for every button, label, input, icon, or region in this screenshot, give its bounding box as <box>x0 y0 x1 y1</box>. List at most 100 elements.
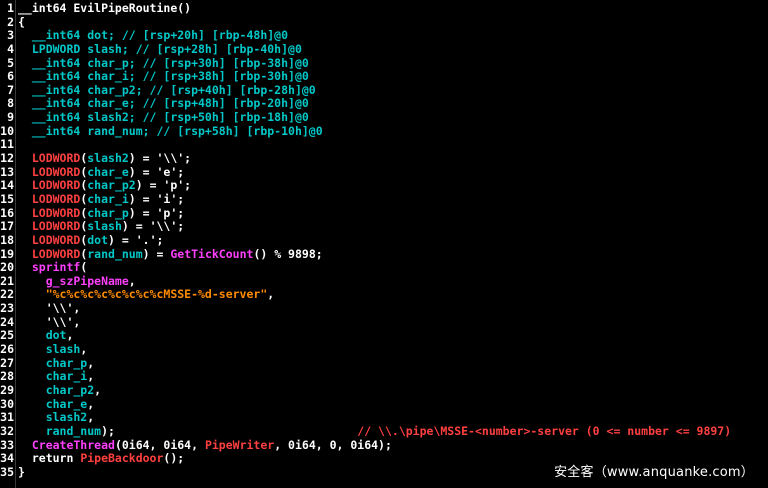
code-token: LODWORD <box>18 205 81 220</box>
code-text[interactable]: __int64 char_p; // [rsp+30h] [rbp-38h]@0 <box>18 55 309 71</box>
code-token: __int64 rand_num; // [rsp+58h] [rbp-10h]… <box>18 123 323 138</box>
line-number: 27 <box>0 355 14 370</box>
line-number: 25 <box>0 328 14 343</box>
code-text[interactable]: LODWORD(char_p2) = 'p'; <box>18 179 191 193</box>
line-number: 10 <box>0 123 14 138</box>
code-text[interactable]: char_i, <box>18 369 95 384</box>
code-text[interactable]: LODWORD(dot) = '.'; <box>18 232 164 248</box>
code-text[interactable]: LODWORD(slash) = '\\'; <box>18 219 184 234</box>
code-token: ) = 'p'; <box>128 205 185 220</box>
code-token: ) = 'e'; <box>128 164 185 179</box>
code-text[interactable]: __int64 char_e; // [rsp+48h] [rbp-20h]@0 <box>18 97 309 111</box>
code-text[interactable]: __int64 slash2; // [rsp+50h] [rbp-18h]@0 <box>18 110 309 125</box>
code-token: LODWORD <box>18 246 81 261</box>
code-token: ) = <box>142 246 171 261</box>
code-token: g_szPipeName <box>18 273 129 288</box>
code-text[interactable]: slash2, <box>18 410 95 425</box>
line-number: 12 <box>0 151 14 166</box>
code-text[interactable]: char_e, <box>18 396 95 412</box>
code-token: '\\', <box>18 301 81 316</box>
line-number: 31 <box>0 410 14 425</box>
code-token: PipeBackdoor <box>80 451 164 466</box>
code-text[interactable]: __int64 dot; // [rsp+20h] [rbp-48h]@0 <box>18 28 289 43</box>
code-text[interactable]: g_szPipeName, <box>18 273 136 289</box>
code-token: ) = 'i'; <box>128 191 185 206</box>
code-token: , <box>87 410 95 425</box>
code-text[interactable]: slash, <box>18 342 88 357</box>
code-token: __int64 char_p2; // [rsp+40h] [rbp-28h]@… <box>18 82 316 97</box>
code-token: } <box>18 464 25 479</box>
code-token: , <box>267 287 275 302</box>
line-number: 19 <box>0 246 14 261</box>
code-text[interactable]: LODWORD(char_i) = 'i'; <box>18 191 185 207</box>
code-text[interactable]: '\\', <box>18 301 81 316</box>
line-number: 22 <box>0 287 14 302</box>
code-token: __int64 dot; // [rsp+20h] [rbp-48h]@0 <box>18 28 289 43</box>
code-token: , <box>87 369 95 384</box>
line-number: 6 <box>7 69 14 84</box>
code-token: , 0i64, 0, 0i64); <box>274 437 392 452</box>
code-text[interactable]: rand_num); // \\.\pipe\MSSE-<number>-ser… <box>18 423 732 439</box>
line-number: 30 <box>0 396 14 411</box>
code-token: , <box>87 396 95 411</box>
code-text[interactable]: } <box>18 464 25 480</box>
code-text[interactable]: LODWORD(char_p) = 'p'; <box>18 205 185 221</box>
code-text[interactable]: char_p2, <box>18 382 102 398</box>
code-text[interactable]: LODWORD(slash2) = '\\'; <box>18 151 192 166</box>
code-token: slash <box>18 342 81 357</box>
code-token: char_p <box>18 355 88 370</box>
code-text[interactable]: CreateThread(0i64, 0i64, PipeWriter, 0i6… <box>18 437 392 453</box>
code-text[interactable]: return PipeBackdoor(); <box>18 451 184 466</box>
line-number: 23 <box>0 301 14 316</box>
line-number: 34 <box>0 451 14 466</box>
code-token: LODWORD <box>18 232 81 247</box>
line-number: 5 <box>7 55 14 70</box>
code-text[interactable]: '\\', <box>18 315 81 330</box>
code-text[interactable]: LODWORD(char_e) = 'e'; <box>18 164 185 180</box>
code-token: char_e <box>18 396 88 411</box>
code-token: // \\.\pipe\MSSE-<number>-server (0 <= n… <box>357 423 732 438</box>
code-text[interactable]: char_p, <box>18 355 95 371</box>
code-text[interactable]: __int64 char_p2; // [rsp+40h] [rbp-28h]@… <box>18 82 316 98</box>
code-text[interactable]: { <box>18 15 25 30</box>
code-token: rand_num <box>87 246 143 261</box>
code-text[interactable]: sprintf( <box>18 260 88 275</box>
code-token: (0i64, 0i64, <box>114 437 205 452</box>
code-text[interactable]: __int64 rand_num; // [rsp+58h] [rbp-10h]… <box>18 123 323 139</box>
code-token: ( <box>80 260 88 275</box>
line-number: 35 <box>0 464 14 479</box>
code-token: __int64 slash2; // [rsp+50h] [rbp-18h]@0 <box>18 110 309 125</box>
code-token: ) = 'p'; <box>135 178 192 193</box>
code-token: LODWORD <box>18 191 81 206</box>
code-token: , <box>128 273 136 288</box>
code-token: PipeWriter <box>204 437 275 452</box>
code-token: __int64 char_i; // [rsp+38h] [rbp-30h]@0 <box>18 69 309 84</box>
code-text[interactable]: LODWORD(rand_num) = GetTickCount() % 989… <box>18 246 323 262</box>
code-token: , <box>94 382 102 397</box>
code-token: LPDWORD slash; // [rsp+28h] [rbp-40h]@0 <box>18 41 302 56</box>
line-number: 26 <box>0 342 14 357</box>
code-text[interactable]: LPDWORD slash; // [rsp+28h] [rbp-40h]@0 <box>18 41 302 57</box>
code-token: ) = '.'; <box>108 232 164 247</box>
code-token: char_p2 <box>18 382 95 397</box>
code-text[interactable]: dot, <box>18 328 74 343</box>
line-number: 33 <box>0 437 14 452</box>
code-token: char_e <box>87 164 129 179</box>
line-number: 29 <box>0 382 14 397</box>
code-token: () % 9898; <box>253 246 323 261</box>
code-token: , <box>80 342 88 357</box>
code-token: "%c%c%c%c%c%c%c%cMSSE-%d-server" <box>18 287 268 302</box>
line-number: 17 <box>0 219 14 234</box>
code-token: , <box>66 328 74 343</box>
code-text[interactable]: __int64 char_i; // [rsp+38h] [rbp-30h]@0 <box>18 69 309 84</box>
code-token: LODWORD <box>18 178 81 193</box>
line-number: 8 <box>7 96 14 111</box>
code-text[interactable]: "%c%c%c%c%c%c%c%cMSSE-%d-server", <box>18 287 275 302</box>
line-number: 2 <box>7 14 14 29</box>
code-token: ) = '\\'; <box>128 151 192 166</box>
code-token: LODWORD <box>18 219 81 234</box>
code-text[interactable]: __int64 EvilPipeRoutine() <box>18 1 191 16</box>
code-token: slash2 <box>18 410 88 425</box>
line-number: 13 <box>0 164 14 179</box>
code-token: __int64 char_p; // [rsp+30h] [rbp-38h]@0 <box>18 55 309 70</box>
